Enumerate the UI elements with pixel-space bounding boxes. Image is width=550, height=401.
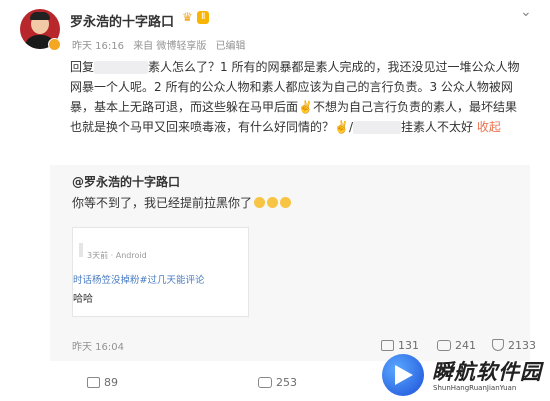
quoted-author[interactable]: @罗永浩的十字路口 xyxy=(72,173,180,190)
watermark-title: 瞬航软件园 xyxy=(432,360,542,384)
share-button[interactable]: 89 xyxy=(87,376,118,389)
share-icon xyxy=(87,377,100,388)
verified-badge-icon xyxy=(48,38,61,51)
screenshot-topic-link: 时话杨笠没掉粉#过几天能评论 xyxy=(73,275,205,286)
level-badge: Ⅱ xyxy=(197,11,210,24)
screenshot-text: 哈哈 xyxy=(73,294,93,305)
quoted-text-body: 你等不到了，我已经提前拉黑你了 xyxy=(72,196,253,210)
redacted-name xyxy=(353,121,401,134)
quoted-text: 你等不到了，我已经提前拉黑你了 xyxy=(72,194,292,211)
post-source: 来自 微博轻享版 xyxy=(133,41,207,52)
redacted-name xyxy=(94,61,149,74)
comment-button[interactable]: 253 xyxy=(258,376,297,389)
post-text-2: 挂素人不太好 xyxy=(401,120,474,134)
comment-count: 253 xyxy=(276,376,297,389)
screenshot-divider xyxy=(79,243,83,257)
more-options-icon[interactable]: ⌄ xyxy=(520,4,532,20)
crown-icon: ♛ xyxy=(182,10,193,24)
smile-emoji-icon xyxy=(254,197,266,208)
post-author-name[interactable]: 罗永浩的十字路口 xyxy=(70,11,174,30)
smile-emoji-icon xyxy=(280,197,292,208)
post-edited-label[interactable]: 已编辑 xyxy=(216,41,246,52)
site-watermark: 瞬航软件园 ShunHangRuanJianYuan xyxy=(352,350,550,401)
watermark-subtitle: ShunHangRuanJianYuan xyxy=(433,384,517,392)
smile-emoji-icon xyxy=(267,197,279,208)
post-body: 回复 素人怎么了？1 所有的网暴都是素人完成的，我还没见过一堆公众人物网暴一个人呢… xyxy=(70,57,520,137)
comment-icon xyxy=(258,377,272,388)
share-count: 89 xyxy=(104,376,118,389)
post-meta: 昨天 16:16 来自 微博轻享版 已编辑 xyxy=(72,37,252,52)
collapse-link[interactable]: 收起 xyxy=(477,120,501,134)
screenshot-info: 3天前 · Android xyxy=(87,251,147,260)
watermark-logo-icon xyxy=(382,354,424,396)
quoted-screenshot-image[interactable]: 3天前 · Android 时话杨笠没掉粉#过几天能评论 哈哈 xyxy=(72,227,249,317)
post-time[interactable]: 昨天 16:16 xyxy=(72,41,124,52)
quoted-time[interactable]: 昨天 16:04 xyxy=(72,338,124,353)
reply-prefix: 回复 xyxy=(70,60,95,74)
